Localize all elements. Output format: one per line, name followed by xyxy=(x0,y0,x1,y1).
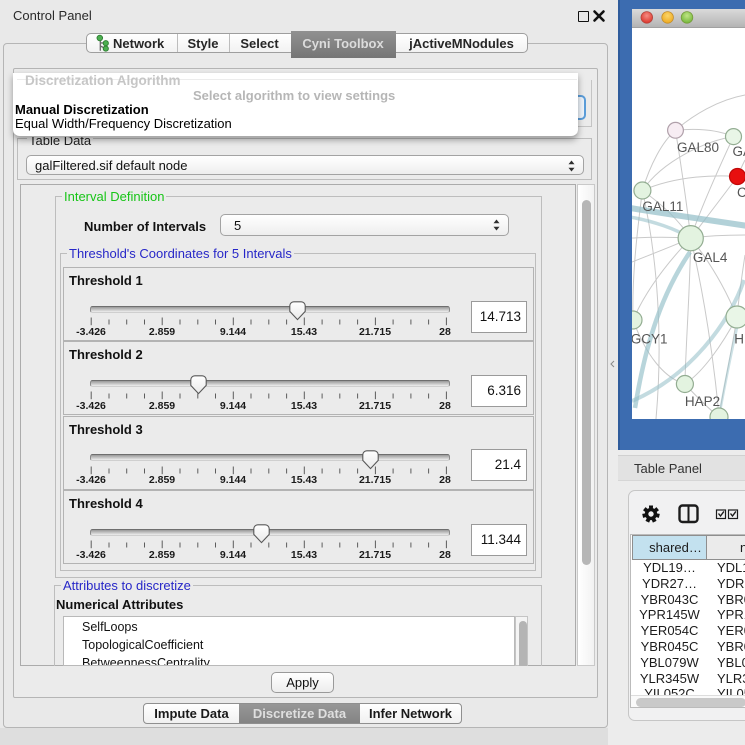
svg-text:GCY1: GCY1 xyxy=(631,332,668,347)
svg-text:GAL4: GAL4 xyxy=(693,250,728,265)
svg-text:HAP2: HAP2 xyxy=(685,394,720,409)
svg-text:GAL11: GAL11 xyxy=(642,199,683,214)
svg-text:H: H xyxy=(734,332,744,347)
svg-text:C: C xyxy=(737,185,745,200)
svg-text:GAL80: GAL80 xyxy=(677,140,719,155)
svg-text:GA: GA xyxy=(733,144,745,159)
